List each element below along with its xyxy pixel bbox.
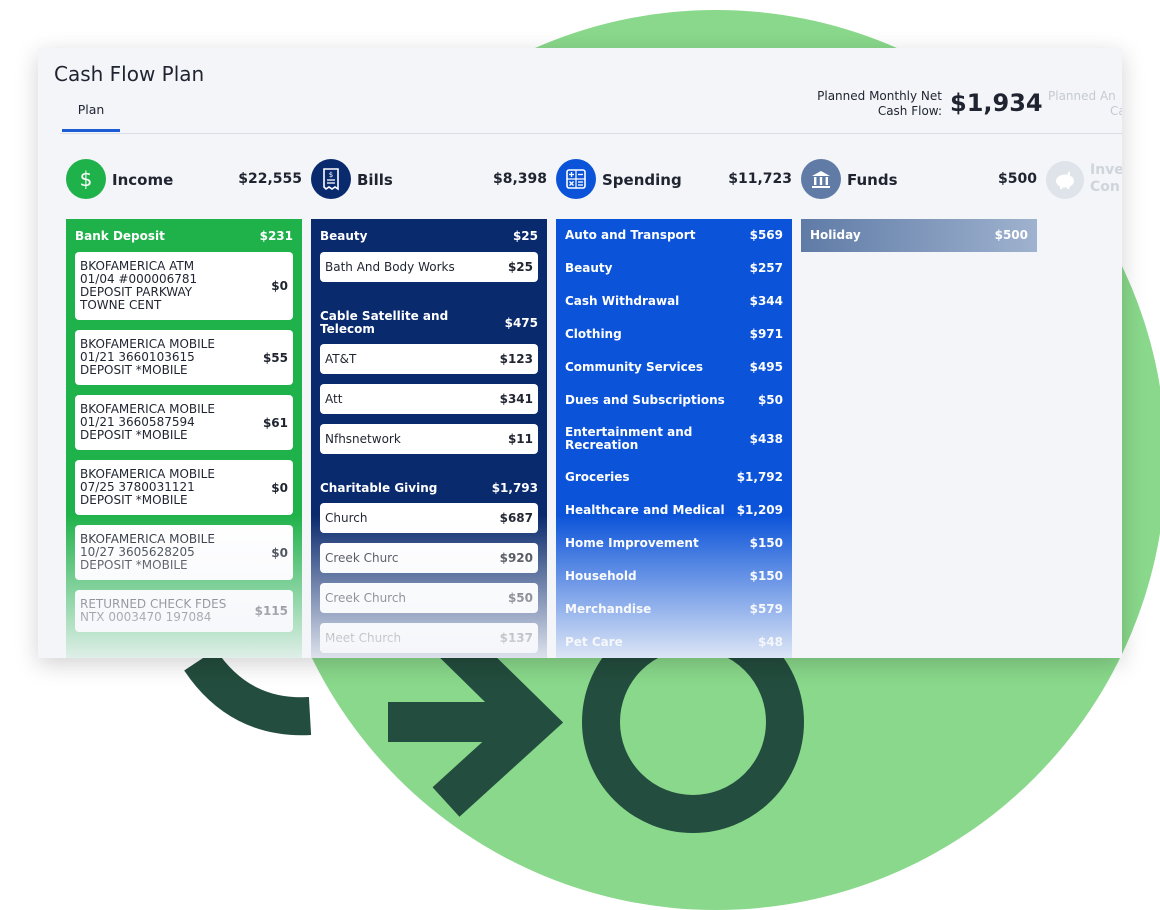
investments-title: Inve Con xyxy=(1090,162,1122,195)
income-total: $22,555 xyxy=(238,171,302,187)
spending-row[interactable]: Auto and Transport $569 xyxy=(556,219,792,252)
funds-total: $500 xyxy=(998,171,1037,187)
investments-header[interactable]: Inve Con xyxy=(1046,159,1122,201)
spending-row[interactable]: Home Improvement $150 xyxy=(556,527,792,560)
receipt-icon: $ xyxy=(311,159,351,199)
spending-row[interactable]: Household $150 xyxy=(556,560,792,593)
bill-item[interactable]: Nfhsnetwork $11 xyxy=(320,424,538,454)
page-title: Cash Flow Plan xyxy=(54,62,205,86)
income-group-header[interactable]: Bank Deposit $231 xyxy=(66,219,302,252)
dollar-icon: $ xyxy=(66,159,106,199)
bill-item[interactable]: Meet Church $137 xyxy=(320,623,538,653)
spending-row[interactable]: Pet Care $48 xyxy=(556,626,792,658)
spending-row[interactable]: Groceries $1,792 xyxy=(556,461,792,494)
spending-total: $11,723 xyxy=(728,171,792,187)
net-cash-flow-label: Planned Monthly Net Cash Flow: xyxy=(817,89,942,118)
bills-group-charitable-giving[interactable]: Charitable Giving $1,793 xyxy=(311,464,547,503)
funds-header[interactable]: Funds $500 xyxy=(801,159,1037,201)
tab-plan[interactable]: Plan xyxy=(62,102,120,132)
bills-group-cable-satellite-telecom[interactable]: Cable Satellite and Telecom $475 xyxy=(311,292,547,344)
spending-row[interactable]: Entertainment and Recreation $438 xyxy=(556,417,792,461)
bill-item[interactable]: Creek Church $50 xyxy=(320,583,538,613)
income-header[interactable]: $ Income $22,555 xyxy=(66,159,302,201)
spending-header[interactable]: Spending $11,723 xyxy=(556,159,792,201)
bill-item[interactable]: Creek Churc $920 xyxy=(320,543,538,573)
bills-total: $8,398 xyxy=(492,171,547,187)
bill-item[interactable]: Bath And Body Works $25 xyxy=(320,252,538,282)
spending-card: Auto and Transport $569 Beauty $257 Cash W… xyxy=(556,219,792,658)
tab-divider xyxy=(60,133,1122,134)
bill-item[interactable]: Att $341 xyxy=(320,384,538,414)
spending-row[interactable]: Beauty $257 xyxy=(556,252,792,285)
income-item[interactable]: BKOFAMERICA MOBILE 01/21 3660587594 DEPO… xyxy=(75,395,293,450)
net-cash-flow-value: $1,934 xyxy=(950,89,1043,117)
funds-card: Holiday $500 xyxy=(801,219,1037,252)
income-item[interactable]: BKOFAMERICA MOBILE 01/21 3660103615 DEPO… xyxy=(75,330,293,385)
income-card: Bank Deposit $231 BKOFAMERICA ATM 01/04 … xyxy=(66,219,302,658)
spending-row[interactable]: Clothing $971 xyxy=(556,318,792,351)
income-item[interactable]: BKOFAMERICA MOBILE 10/27 3605628205 DEPO… xyxy=(75,525,293,580)
piggy-bank-icon xyxy=(1046,161,1084,199)
spending-row[interactable]: Dues and Subscriptions $50 xyxy=(556,384,792,417)
calculator-icon xyxy=(556,159,596,199)
bill-item[interactable]: AT&T $123 xyxy=(320,344,538,374)
bills-group-beauty[interactable]: Beauty $25 xyxy=(311,219,547,252)
income-item[interactable]: RETURNED CHECK FDES NTX 0003470 197084 $1… xyxy=(75,590,293,632)
bills-title: Bills xyxy=(357,171,393,189)
spending-row[interactable]: Community Services $495 xyxy=(556,351,792,384)
bills-card: Beauty $25 Bath And Body Works $25 Cable … xyxy=(311,219,547,658)
funds-title: Funds xyxy=(847,171,898,189)
planned-annual-label: Planned An Ca xyxy=(1048,89,1122,118)
bank-icon xyxy=(801,159,841,199)
spending-title: Spending xyxy=(602,171,682,189)
spending-row[interactable]: Merchandise $579 xyxy=(556,593,792,626)
spending-row[interactable]: Cash Withdrawal $344 xyxy=(556,285,792,318)
bills-header[interactable]: $ Bills $8,398 xyxy=(311,159,547,201)
bill-item[interactable]: Church $687 xyxy=(320,503,538,533)
svg-text:$: $ xyxy=(329,171,333,179)
income-item[interactable]: BKOFAMERICA MOBILE 07/25 3780031121 DEPO… xyxy=(75,460,293,515)
income-title: Income xyxy=(112,171,174,189)
svg-text:$: $ xyxy=(80,168,93,190)
cash-flow-plan-window: Cash Flow Plan Plan Planned Monthly Net … xyxy=(38,48,1122,658)
income-item[interactable]: BKOFAMERICA ATM 01/04 #000006781 DEPOSIT… xyxy=(75,252,293,320)
spending-row[interactable]: Healthcare and Medical $1,209 xyxy=(556,494,792,527)
funds-row-holiday[interactable]: Holiday $500 xyxy=(801,219,1037,252)
